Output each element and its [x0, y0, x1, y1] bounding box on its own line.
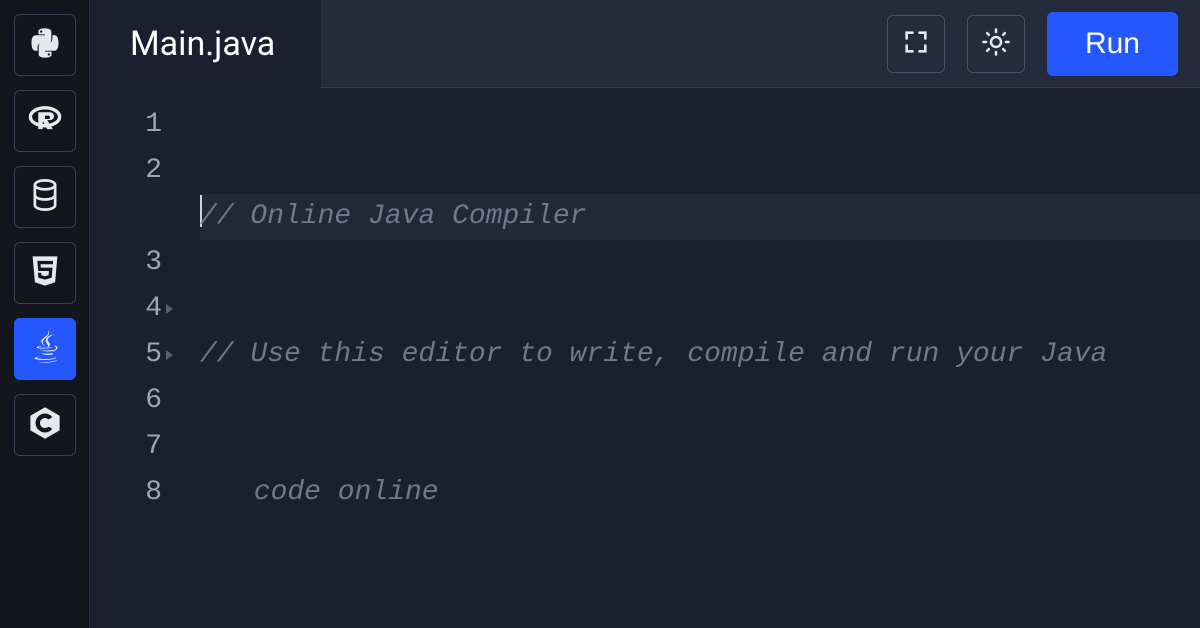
line-number: 4 — [90, 286, 162, 332]
fold-marker-icon[interactable] — [166, 350, 173, 360]
lang-java-button[interactable] — [14, 318, 76, 380]
line-number: 6 — [90, 378, 162, 424]
lang-r-button[interactable] — [14, 90, 76, 152]
python-icon — [27, 25, 63, 65]
code-editor[interactable]: 1 2 3 4 5 6 7 8 // Online Java Compiler … — [90, 88, 1200, 628]
sun-icon — [981, 27, 1011, 61]
database-icon — [27, 177, 63, 217]
r-icon — [27, 101, 63, 141]
line-gutter: 1 2 3 4 5 6 7 8 — [90, 102, 174, 628]
line-number: 5 — [90, 332, 162, 378]
line-number: 7 — [90, 424, 162, 470]
editor-header: Main.java Run — [90, 0, 1200, 88]
lang-sql-button[interactable] — [14, 166, 76, 228]
c-icon — [27, 405, 63, 445]
file-tab[interactable]: Main.java — [90, 0, 321, 88]
fold-marker-icon[interactable] — [166, 304, 173, 314]
lang-html-button[interactable] — [14, 242, 76, 304]
run-button-label: Run — [1085, 27, 1140, 60]
java-icon — [27, 329, 63, 369]
line-number: 3 — [90, 240, 162, 286]
run-button[interactable]: Run — [1047, 12, 1178, 76]
lang-c-button[interactable] — [14, 394, 76, 456]
theme-toggle-button[interactable] — [967, 15, 1025, 73]
line-number: 2 — [90, 148, 162, 240]
line-number: 1 — [90, 102, 162, 148]
fullscreen-icon — [902, 28, 930, 60]
html5-icon — [27, 253, 63, 293]
line-number: 8 — [90, 470, 162, 516]
fullscreen-button[interactable] — [887, 15, 945, 73]
main-area: Main.java Run 1 2 3 4 5 6 — [90, 0, 1200, 628]
lang-python-button[interactable] — [14, 14, 76, 76]
code-content[interactable]: // Online Java Compiler // Use this edit… — [174, 102, 1200, 628]
language-sidebar — [0, 0, 90, 628]
header-toolbar: Run — [321, 0, 1200, 88]
file-tab-label: Main.java — [130, 24, 275, 64]
